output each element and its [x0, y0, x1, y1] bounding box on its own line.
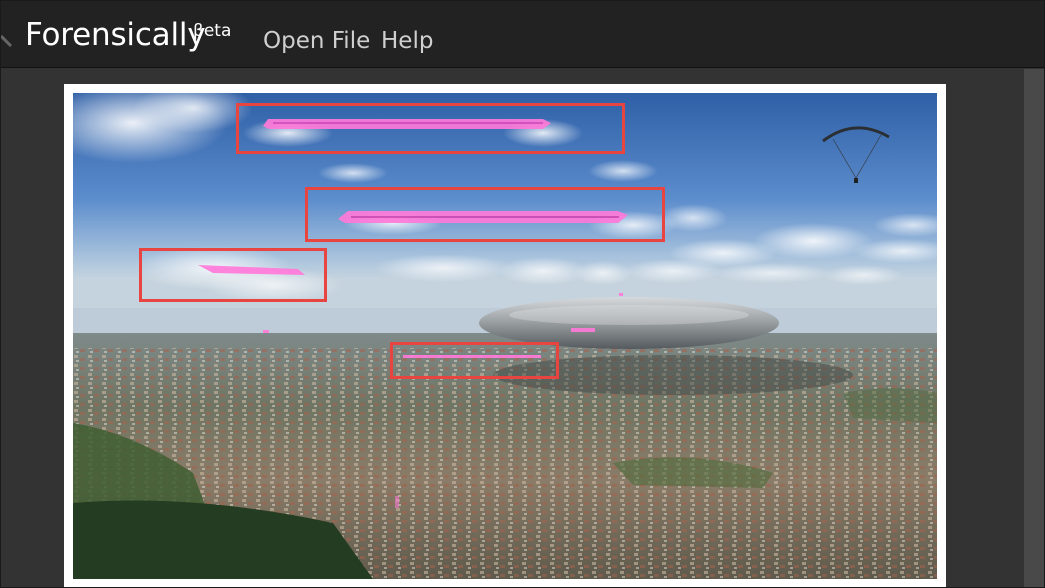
magnifier-icon	[1, 34, 13, 47]
image-canvas[interactable]	[73, 93, 937, 579]
help-link[interactable]: Help	[381, 27, 433, 55]
brand-title[interactable]: Forensically	[25, 15, 206, 55]
open-file-link[interactable]: Open File	[263, 27, 370, 55]
app-window: Forensically βeta Open File Help	[0, 0, 1045, 588]
scrollbar-thumb[interactable]	[1024, 69, 1044, 587]
brand-beta-label: βeta	[193, 21, 232, 41]
top-navbar: Forensically βeta Open File Help	[1, 1, 1044, 68]
analyzed-image	[73, 93, 937, 579]
